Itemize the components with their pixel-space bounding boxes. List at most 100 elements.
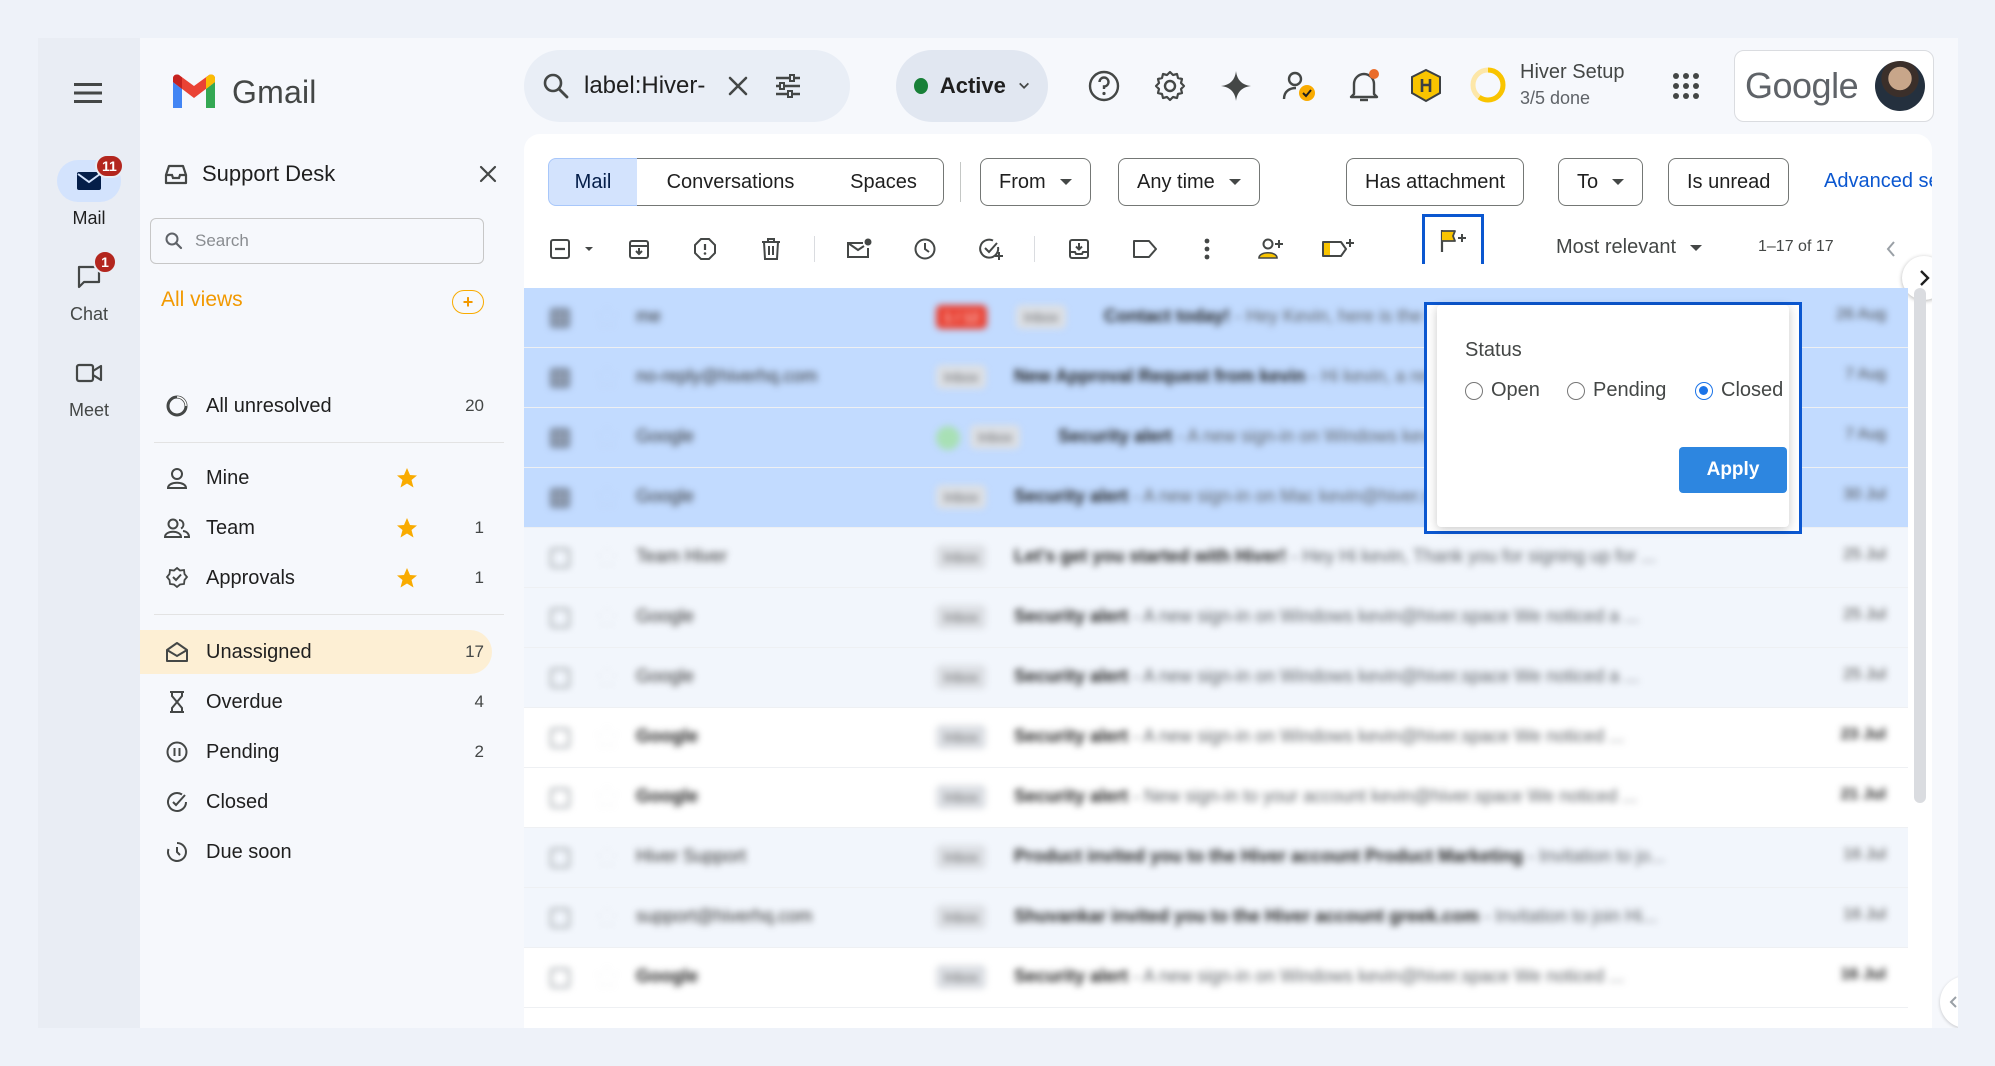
list-scrollbar[interactable] xyxy=(1914,288,1926,803)
row-checkbox[interactable] xyxy=(550,968,570,988)
view-due-soon[interactable]: Due soon xyxy=(140,830,492,874)
radio-button[interactable] xyxy=(1465,381,1483,400)
status-option-closed[interactable]: Closed xyxy=(1695,379,1783,402)
hiver-setup-progress[interactable]: Hiver Setup 3/5 done xyxy=(1468,54,1625,116)
row-checkbox[interactable] xyxy=(550,548,570,568)
select-all-checkbox[interactable] xyxy=(546,230,602,268)
side-panel-toggle[interactable] xyxy=(1940,976,1958,1028)
star-icon[interactable] xyxy=(598,968,616,986)
snooze-button[interactable] xyxy=(906,230,944,268)
view-overdue[interactable]: Overdue 4 xyxy=(140,680,492,724)
sidebar-close-button[interactable] xyxy=(472,158,504,190)
email-row[interactable]: support@hiverhq.com Inbox Shuvankar invi… xyxy=(524,888,1908,948)
star-icon[interactable] xyxy=(598,488,616,506)
radio-button[interactable] xyxy=(1567,381,1585,400)
move-to-button[interactable] xyxy=(1060,230,1098,268)
email-row[interactable]: Google Inbox Security alert - A new sign… xyxy=(524,948,1908,1008)
view-unassigned[interactable]: Unassigned 17 xyxy=(140,630,492,674)
row-checkbox[interactable] xyxy=(550,608,570,628)
view-all-unresolved[interactable]: All unresolved 20 xyxy=(140,384,492,428)
star-icon[interactable] xyxy=(598,368,616,386)
report-spam-button[interactable] xyxy=(686,230,724,268)
sort-dropdown[interactable]: Most relevant xyxy=(1556,236,1703,259)
more-actions-button[interactable] xyxy=(1188,230,1226,268)
star-icon[interactable] xyxy=(598,848,616,866)
row-checkbox[interactable] xyxy=(550,308,570,328)
star-icon[interactable] xyxy=(598,728,616,746)
archive-button[interactable] xyxy=(620,230,658,268)
star-icon[interactable] xyxy=(598,608,616,626)
main-menu-button[interactable] xyxy=(64,68,114,118)
row-checkbox[interactable] xyxy=(550,908,570,928)
segment-mail[interactable]: Mail xyxy=(548,158,638,206)
apply-status-button[interactable]: Apply xyxy=(1679,447,1787,493)
email-row[interactable]: Google Inbox Security alert - New sign-i… xyxy=(524,768,1908,828)
settings-button[interactable] xyxy=(1142,58,1198,114)
delete-button[interactable] xyxy=(752,230,790,268)
view-pending[interactable]: Pending 2 xyxy=(140,730,492,774)
star-icon[interactable] xyxy=(598,668,616,686)
email-row[interactable]: Google Inbox Security alert - A new sign… xyxy=(524,708,1908,768)
favorite-star-icon[interactable] xyxy=(396,567,418,589)
status-active-dropdown[interactable]: Active xyxy=(896,50,1048,122)
status-option-open[interactable]: Open xyxy=(1465,379,1540,402)
hiver-status-button[interactable] xyxy=(1422,214,1484,264)
radio-button-selected[interactable] xyxy=(1695,381,1713,400)
rail-item-meet[interactable]: Meet xyxy=(38,352,140,421)
sidebar-search-input[interactable] xyxy=(195,231,455,251)
view-team[interactable]: Team 1 xyxy=(140,506,492,550)
favorite-star-icon[interactable] xyxy=(396,517,418,539)
hiver-extension-button[interactable] xyxy=(1398,58,1454,114)
status-option-pending[interactable]: Pending xyxy=(1567,379,1666,402)
google-apps-button[interactable] xyxy=(1658,58,1714,114)
rail-item-chat[interactable]: 1 Chat xyxy=(38,250,140,325)
view-mine[interactable]: Mine xyxy=(140,456,492,500)
email-row[interactable]: Hiver Support Inbox Product invited you … xyxy=(524,828,1908,888)
rail-item-mail[interactable]: 11 Mail xyxy=(38,154,140,229)
newer-page-button[interactable] xyxy=(1874,232,1908,266)
view-approvals[interactable]: Approvals 1 xyxy=(140,556,492,600)
star-icon[interactable] xyxy=(598,548,616,566)
filter-any-time-chip[interactable]: Any time xyxy=(1118,158,1260,206)
add-view-button[interactable]: + xyxy=(452,290,484,314)
notifications-button[interactable] xyxy=(1336,58,1392,114)
avatar[interactable] xyxy=(1875,61,1925,111)
row-checkbox[interactable] xyxy=(550,488,570,508)
star-icon[interactable] xyxy=(598,788,616,806)
clear-search-button[interactable] xyxy=(720,68,756,104)
row-checkbox[interactable] xyxy=(550,368,570,388)
search-input[interactable]: label:Hiver- xyxy=(584,72,706,100)
favorite-star-icon[interactable] xyxy=(396,467,418,489)
row-checkbox[interactable] xyxy=(550,728,570,748)
search-options-button[interactable] xyxy=(770,68,806,104)
support-button[interactable] xyxy=(1076,58,1132,114)
add-to-tasks-button[interactable] xyxy=(972,230,1010,268)
view-closed[interactable]: Closed xyxy=(140,780,492,824)
gmail-logo[interactable]: Gmail xyxy=(170,66,317,118)
sidebar-search-field[interactable] xyxy=(150,218,484,264)
mark-as-unread-button[interactable] xyxy=(840,230,878,268)
email-row[interactable]: Google Inbox Security alert - A new sign… xyxy=(524,588,1908,648)
filter-from-chip[interactable]: From xyxy=(980,158,1091,206)
star-icon[interactable] xyxy=(598,308,616,326)
row-checkbox[interactable] xyxy=(550,788,570,808)
hiver-tag-button[interactable] xyxy=(1316,230,1360,268)
advanced-search-link[interactable]: Advanced search xyxy=(1824,170,1932,193)
hiver-assign-button[interactable] xyxy=(1252,230,1290,268)
gemini-button[interactable] xyxy=(1208,58,1264,114)
account-switcher[interactable]: Google xyxy=(1734,50,1934,122)
segment-spaces[interactable]: Spaces xyxy=(824,158,944,206)
older-page-button[interactable] xyxy=(1930,232,1932,266)
star-icon[interactable] xyxy=(598,908,616,926)
row-checkbox[interactable] xyxy=(550,848,570,868)
labels-button[interactable] xyxy=(1126,230,1164,268)
filter-to-chip[interactable]: To xyxy=(1558,158,1644,206)
segment-conversations[interactable]: Conversations xyxy=(637,158,825,206)
email-row[interactable]: Google Inbox Security alert - A new sign… xyxy=(524,648,1908,708)
search-bar[interactable]: label:Hiver- xyxy=(524,50,850,122)
all-views-heading[interactable]: All views xyxy=(161,288,243,312)
filter-has-attachment-chip[interactable]: Has attachment xyxy=(1346,158,1525,206)
star-icon[interactable] xyxy=(598,428,616,446)
row-checkbox[interactable] xyxy=(550,428,570,448)
email-row[interactable]: Team Hiver Inbox Let's get you started w… xyxy=(524,528,1908,588)
